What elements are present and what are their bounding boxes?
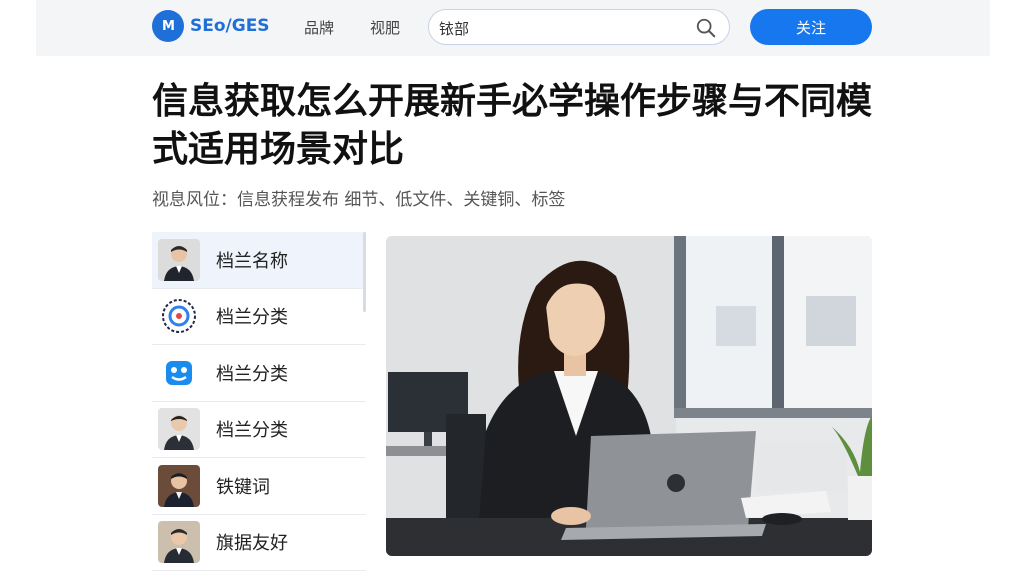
person-avatar — [158, 238, 200, 281]
person-avatar — [158, 521, 200, 564]
sidebar-item-6[interactable]: 旗据友好 — [152, 514, 366, 571]
sidebar-item-label: 铁键词 — [216, 476, 270, 498]
sidebar-item-label: 旗据友好 — [216, 533, 288, 555]
person-avatar — [158, 464, 200, 507]
search-box[interactable]: 铱部 — [428, 9, 730, 45]
person-avatar — [158, 408, 200, 451]
article-hero-image — [386, 236, 872, 556]
sidebar-item-5[interactable]: 铁键词 — [152, 458, 366, 515]
sidebar-item-2[interactable]: 档兰分类 — [152, 288, 366, 345]
search-icon[interactable] — [695, 17, 717, 39]
sidebar-item-label: 档兰分类 — [216, 420, 288, 442]
nav-item-brand[interactable]: 品牌 — [304, 17, 334, 38]
sidebar-item-3[interactable]: 档兰分类 — [152, 345, 366, 402]
sidebar-item-label: 档兰分类 — [216, 307, 288, 329]
article-title: 信息获取怎么开展新手必学操作步骤与不同模式适用场景对比 — [152, 81, 873, 170]
blue-face-icon — [158, 351, 200, 394]
nav-item-video[interactable]: 视肥 — [370, 17, 400, 38]
woman-laptop-photo — [386, 236, 872, 556]
logo-mark-icon: M — [152, 10, 184, 42]
sidebar: 档兰名称 档兰分类 档兰分类 档兰分类 铁键词 旗据友好 — [152, 232, 366, 571]
sidebar-item-4[interactable]: 档兰分类 — [152, 401, 366, 458]
search-input[interactable]: 铱部 — [439, 18, 469, 39]
article-meta: 视息风位：信息获程发布 细节、低文件、关键铜、标签 — [152, 190, 566, 210]
follow-button[interactable]: 关注 — [750, 9, 872, 45]
sidebar-item-label: 档兰名称 — [216, 250, 288, 272]
circular-badge-icon — [158, 295, 200, 338]
sidebar-scrollbar[interactable] — [363, 232, 366, 312]
sidebar-item-label: 档兰分类 — [216, 363, 288, 385]
logo-text: SEo/GES — [190, 16, 270, 36]
sidebar-item-1[interactable]: 档兰名称 — [152, 232, 366, 289]
site-logo[interactable]: M SEo/GES — [152, 10, 270, 42]
